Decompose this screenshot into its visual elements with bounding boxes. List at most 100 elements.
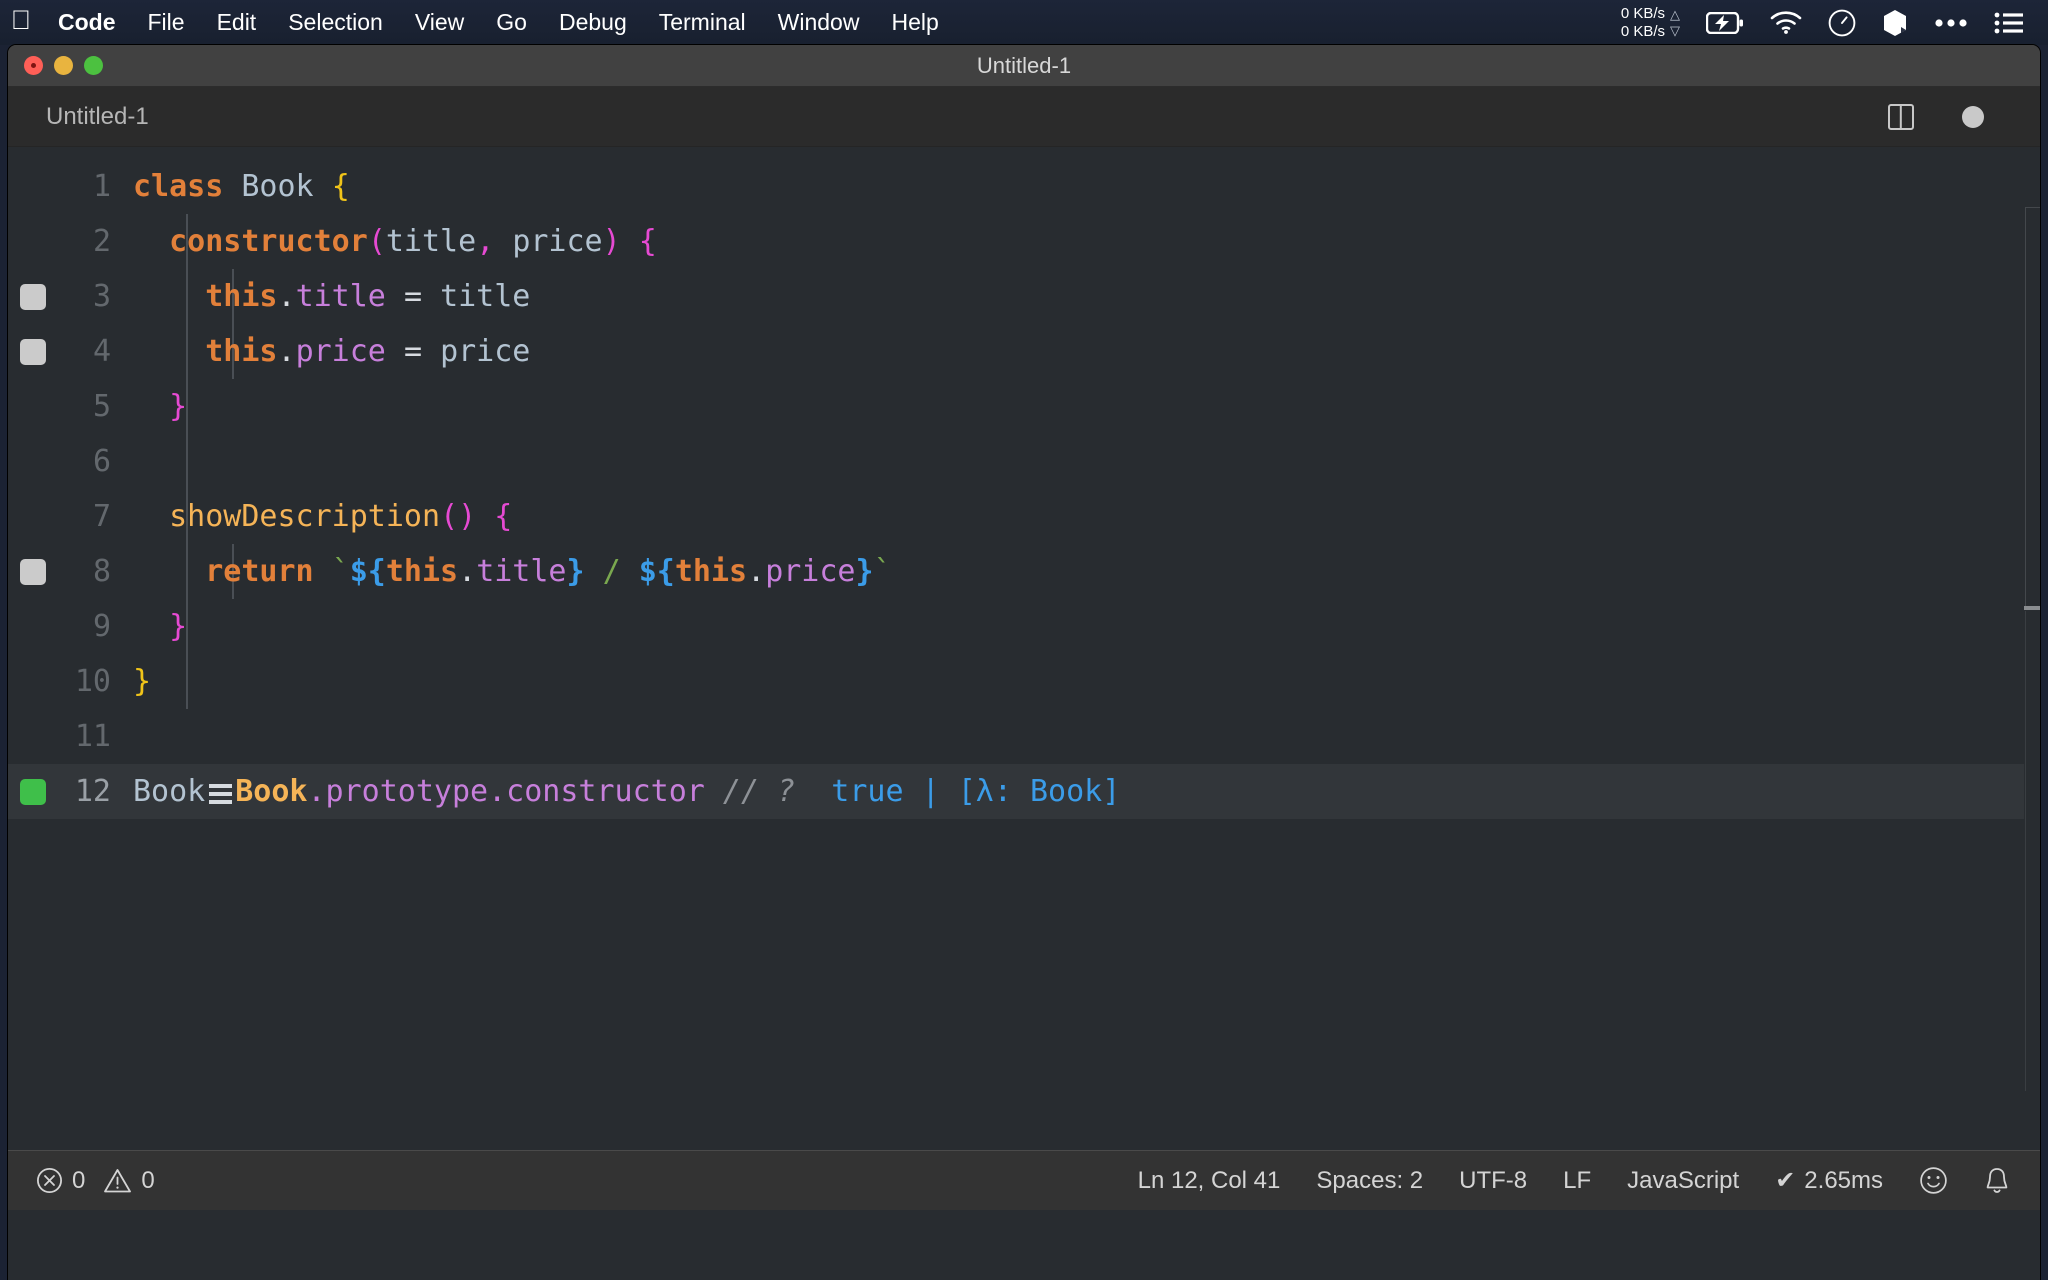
line12-object: Book — [235, 773, 308, 809]
line-content: showDescription() { — [169, 498, 513, 534]
status-indentation[interactable]: Spaces: 2 — [1316, 1167, 1423, 1195]
network-speed-indicator[interactable]: 0 KB/s 0 KB/s △ ▽ — [1621, 5, 1680, 40]
tab-label: Untitled-1 — [46, 102, 149, 130]
line12-result-separator: | — [921, 773, 940, 809]
window-titlebar: Untitled-1 — [8, 45, 2040, 87]
code-line[interactable]: 4 this.price = price — [8, 324, 2040, 379]
status-runtime[interactable]: ✔ 2.65ms — [1775, 1166, 1883, 1195]
code-line[interactable]: 2 constructor(title, price) { — [8, 214, 2040, 269]
menubar-tray: 0 KB/s 0 KB/s △ ▽ — [1621, 0, 2048, 45]
line12-result-type: [λ: Book] — [957, 773, 1121, 809]
menu-item-terminal[interactable]: Terminal — [643, 0, 762, 45]
menu-item-debug[interactable]: Debug — [543, 0, 643, 45]
line-number: 6 — [92, 444, 111, 479]
line-content: class Book { — [133, 168, 350, 204]
macos-menubar:  Code File Edit Selection View Go Debug… — [0, 0, 2048, 45]
unsaved-indicator[interactable] — [1962, 105, 1984, 128]
code-line-active[interactable]: 12 Book Book.prototype.constructor // ? t… — [8, 764, 2040, 819]
code-line[interactable]: 8 return `${this.title} / ${this.price}` — [8, 544, 2040, 599]
status-cursor-position[interactable]: Ln 12, Col 41 — [1138, 1167, 1281, 1195]
code-line[interactable]: 3 this.title = title — [8, 269, 2040, 324]
dropbox-icon[interactable] — [1882, 9, 1908, 37]
line12-identifier: Book — [133, 773, 206, 809]
battery-charging-icon[interactable] — [1706, 11, 1744, 34]
line-content: Book Book.prototype.constructor // ? true… — [133, 773, 1121, 809]
tab-untitled-1[interactable]: Untitled-1 — [8, 87, 179, 146]
wifi-icon[interactable] — [1770, 11, 1802, 34]
editor-actions — [1888, 103, 2040, 130]
bell-icon[interactable] — [1984, 1166, 2010, 1195]
code-line[interactable]: 9 } — [8, 599, 2040, 654]
menubar-items:  Code File Edit Selection View Go Debug… — [0, 0, 955, 45]
line12-result-value: true — [831, 773, 904, 809]
code-line[interactable]: 1 class Book { — [8, 159, 2040, 214]
error-count: 0 — [72, 1166, 86, 1194]
status-encoding[interactable]: UTF-8 — [1459, 1167, 1527, 1195]
maximize-button[interactable] — [84, 56, 103, 75]
window-title: Untitled-1 — [976, 52, 1072, 78]
gutter-marker-green[interactable] — [20, 778, 46, 805]
line-number: 7 — [92, 499, 111, 534]
status-left: 0 0 — [8, 1167, 155, 1195]
error-circle-icon — [36, 1167, 63, 1194]
check-icon: ✔ — [1775, 1167, 1796, 1194]
line-number: 11 — [74, 719, 111, 754]
gutter-marker[interactable] — [20, 338, 46, 365]
status-language-mode[interactable]: JavaScript — [1627, 1167, 1739, 1195]
line-content: } — [133, 663, 152, 699]
line-number: 10 — [74, 664, 111, 699]
runtime-duration: 2.65ms — [1804, 1166, 1883, 1194]
menu-item-window[interactable]: Window — [762, 0, 876, 45]
menu-item-view[interactable]: View — [399, 0, 480, 45]
status-eol[interactable]: LF — [1563, 1167, 1591, 1195]
gutter-marker[interactable] — [20, 283, 46, 310]
clock-icon[interactable] — [1828, 9, 1856, 37]
vscode-window: Untitled-1 Untitled-1 1 class Book { 2 c… — [8, 45, 2040, 1280]
traffic-lights — [8, 56, 103, 75]
control-center-icon[interactable] — [1994, 11, 2024, 35]
minimap-frame-lower — [2025, 611, 2040, 1091]
overview-slider[interactable] — [2024, 606, 2040, 610]
line-content: this.price = price — [205, 333, 531, 369]
network-upload-speed: 0 KB/s — [1620, 4, 1665, 22]
code-line[interactable]: 5 } — [8, 379, 2040, 434]
overview-ruler[interactable] — [2024, 147, 2040, 1150]
strict-equality-ligature-icon — [208, 783, 232, 804]
apple-logo-icon[interactable]:  — [0, 7, 42, 38]
line-content: } — [169, 608, 188, 644]
line12-props: .prototype.constructor — [307, 773, 705, 809]
status-problems[interactable]: 0 0 — [36, 1167, 155, 1195]
close-button[interactable] — [24, 56, 43, 75]
code-line[interactable]: 11 — [8, 709, 2040, 764]
split-editor-icon[interactable] — [1888, 103, 1914, 130]
smiley-icon[interactable] — [1919, 1166, 1948, 1195]
status-bar: 0 0 Ln 12, Col 41 Spaces: 2 UTF-8 LF Jav… — [8, 1150, 2040, 1210]
menu-item-edit[interactable]: Edit — [201, 0, 273, 45]
minimap-frame — [2025, 207, 2040, 607]
line-number: 1 — [92, 169, 111, 204]
menu-item-code[interactable]: Code — [42, 0, 132, 45]
line-content: this.title = title — [205, 278, 531, 314]
minimize-button[interactable] — [54, 56, 73, 75]
line-content: constructor(title, price) { — [169, 223, 657, 259]
network-download-speed: 0 KB/s — [1620, 22, 1665, 40]
ellipsis-icon[interactable] — [1934, 18, 1968, 28]
menu-item-help[interactable]: Help — [875, 0, 954, 45]
menu-item-file[interactable]: File — [132, 0, 201, 45]
gutter-marker[interactable] — [20, 558, 46, 585]
editor-tabbar: Untitled-1 — [8, 87, 2040, 147]
line12-comment: // ? — [722, 773, 796, 809]
warning-triangle-icon — [103, 1168, 132, 1194]
network-arrows-icon: △ ▽ — [1670, 6, 1680, 38]
code-line[interactable]: 10 } — [8, 654, 2040, 709]
warning-count: 0 — [141, 1166, 155, 1194]
code-line[interactable]: 6 — [8, 434, 2040, 489]
menu-item-selection[interactable]: Selection — [272, 0, 399, 45]
code-line[interactable]: 7 showDescription() { — [8, 489, 2040, 544]
line-number: 2 — [92, 224, 111, 259]
code-editor[interactable]: 1 class Book { 2 constructor(title, pric… — [8, 147, 2040, 1150]
status-right: Ln 12, Col 41 Spaces: 2 UTF-8 LF JavaScr… — [1138, 1166, 2040, 1195]
line-number: 5 — [92, 389, 111, 424]
line-content: return `${this.title} / ${this.price}` — [205, 553, 892, 589]
menu-item-go[interactable]: Go — [480, 0, 543, 45]
